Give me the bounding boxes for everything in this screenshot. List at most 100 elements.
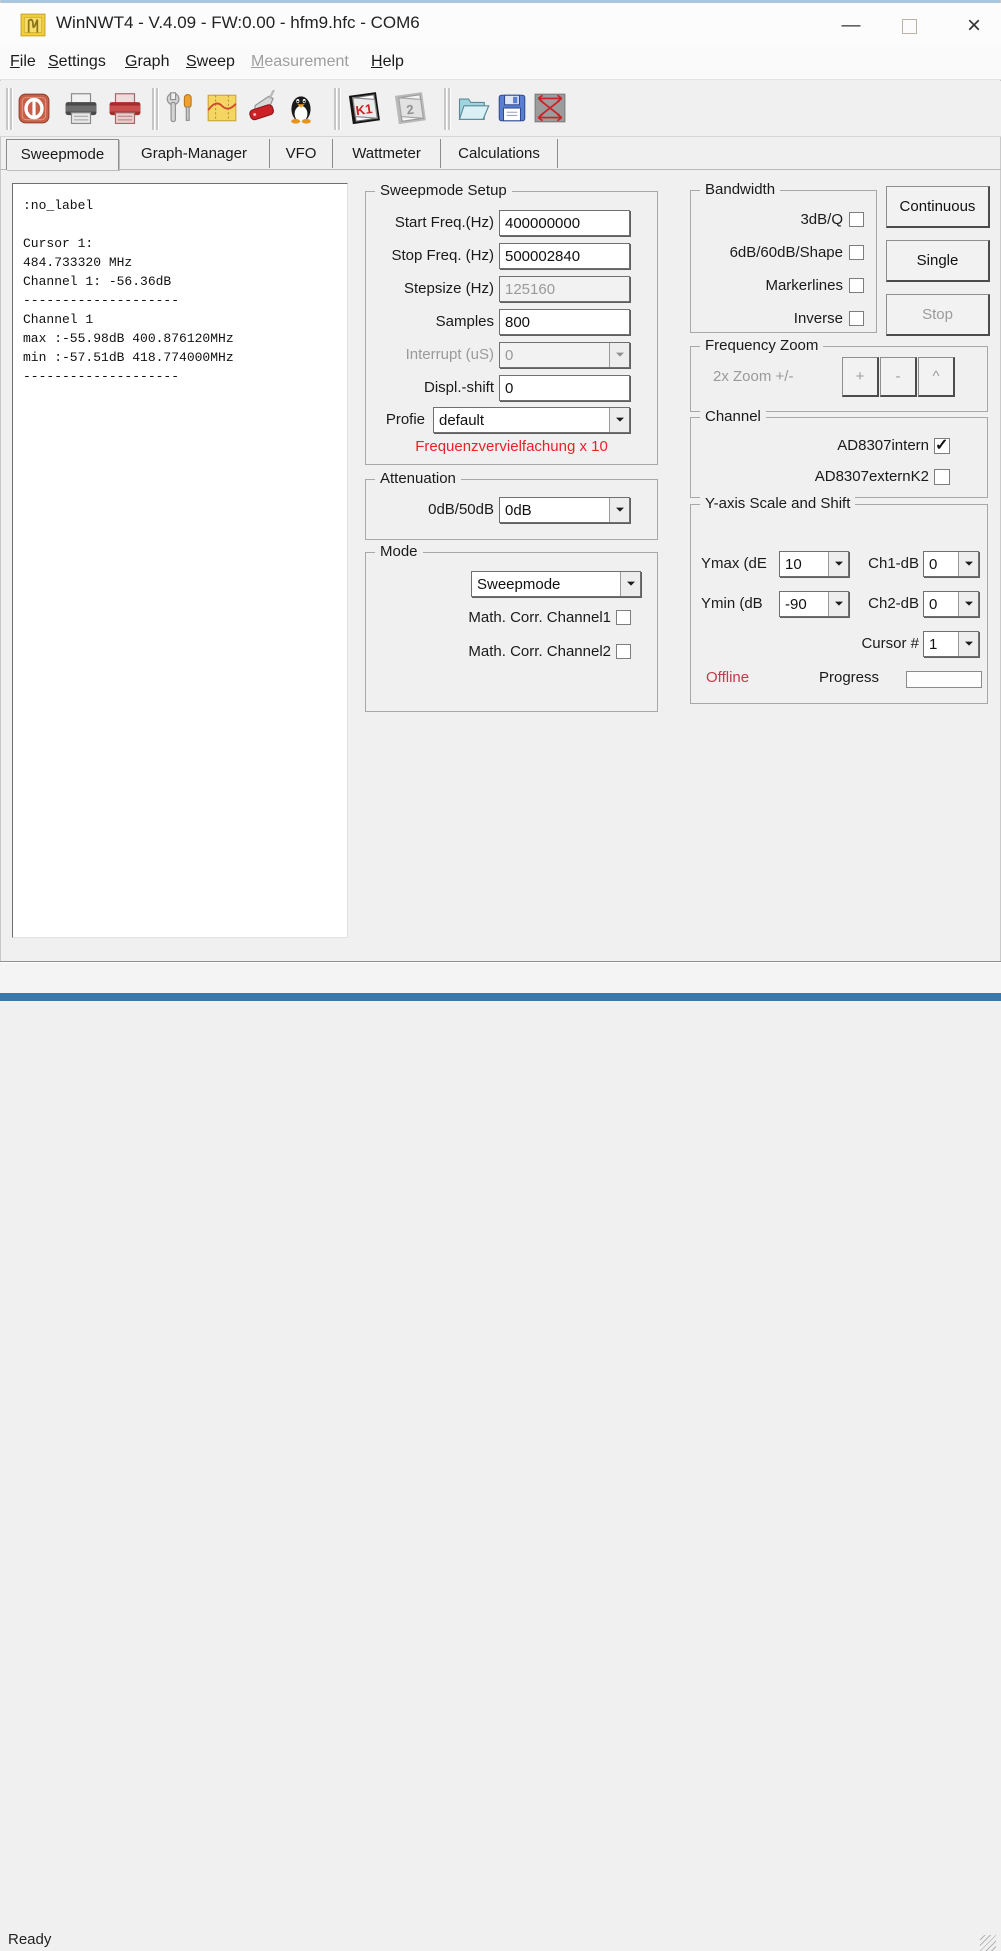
attenuation-combobox[interactable]: 0dB (499, 497, 630, 523)
maximize-button[interactable] (890, 11, 928, 41)
math-corr-ch1-label: Math. Corr. Channel1 (368, 610, 611, 626)
zoom-up-button: ^ (918, 357, 955, 397)
ad8307-extern-checkbox[interactable] (934, 469, 950, 485)
tab-wattmeter[interactable]: Wattmeter (333, 139, 441, 168)
ymax-combobox[interactable]: 10 (779, 551, 849, 577)
measurement-info-panel: :no_label Cursor 1: 484.733320 MHz Chann… (12, 183, 348, 938)
group-legend: Bandwidth (700, 181, 780, 198)
profile-combobox[interactable]: default (433, 407, 630, 433)
tab-calculations[interactable]: Calculations (441, 139, 558, 168)
dropdown-arrow-icon[interactable] (828, 552, 848, 576)
single-button[interactable]: Single (886, 240, 990, 282)
ymax-value: 10 (780, 556, 828, 573)
ymin-combobox[interactable]: -90 (779, 591, 849, 617)
menu-file[interactable]: File (10, 53, 36, 71)
print-button[interactable] (58, 85, 104, 131)
stepsize-input (499, 276, 630, 302)
attenuation-label: 0dB/50dB (368, 497, 494, 523)
math-corr-ch2-label: Math. Corr. Channel2 (368, 644, 611, 660)
minimize-button[interactable]: — (832, 11, 870, 41)
markerlines-checkbox[interactable] (849, 278, 864, 293)
menu-graph[interactable]: Graph (125, 53, 169, 71)
status-separator (0, 961, 1001, 962)
settings-tools-button[interactable] (160, 85, 202, 131)
group-legend: Y-axis Scale and Shift (700, 495, 855, 512)
menu-measurement: Measurement (251, 53, 349, 71)
group-y-axis: Y-axis Scale and Shift Ymax (dE 10 Ch1-d… (690, 504, 988, 704)
toolbar-handle[interactable] (152, 88, 160, 130)
tab-graph-manager[interactable]: Graph-Manager (119, 139, 270, 168)
mode-combobox[interactable]: Sweepmode (471, 571, 641, 597)
svg-text:K1: K1 (355, 101, 374, 118)
menu-settings[interactable]: Settings (48, 53, 106, 71)
profile-value: default (434, 412, 609, 429)
samples-input[interactable] (499, 309, 630, 335)
start-freq-label: Start Freq.(Hz) (368, 210, 494, 236)
tab-sweepmode[interactable]: Sweepmode (6, 139, 119, 170)
displ-shift-input[interactable] (499, 375, 630, 401)
toolbar-handle[interactable] (334, 88, 342, 130)
menu-sweep[interactable]: Sweep (186, 53, 235, 71)
save-file-button[interactable] (492, 85, 532, 131)
ymin-value: -90 (780, 596, 828, 613)
tux-penguin-icon (284, 91, 318, 125)
progress-bar (906, 671, 982, 688)
dropdown-arrow-icon[interactable] (958, 552, 978, 576)
group-mode: Mode Sweepmode Math. Corr. Channel1 Math… (365, 552, 658, 712)
app-icon (20, 12, 46, 38)
group-legend: Frequency Zoom (700, 337, 823, 354)
bandwidth-3db-label: 3dB/Q (693, 212, 843, 228)
continuous-button[interactable]: Continuous (886, 186, 990, 228)
utilities-button[interactable] (242, 85, 282, 131)
power-button[interactable] (14, 85, 54, 131)
resize-grip-icon[interactable] (980, 1935, 996, 1951)
start-freq-input[interactable] (499, 210, 630, 236)
stop-freq-label: Stop Freq. (Hz) (368, 243, 494, 269)
graph-profile-button[interactable] (202, 85, 242, 131)
profile-label: Profie (368, 407, 425, 433)
ymin-label: Ymin (dB (701, 591, 777, 617)
bandwidth-3db-checkbox[interactable] (849, 212, 864, 227)
inverse-label: Inverse (693, 311, 843, 327)
open-file-button[interactable] (452, 85, 494, 131)
close-button[interactable]: × (955, 11, 993, 41)
offline-status: Offline (706, 665, 786, 691)
group-bandwidth: Bandwidth 3dB/Q 6dB/60dB/Shape Markerlin… (690, 190, 877, 333)
channel2-calibration-button[interactable]: 2 (388, 85, 434, 131)
status-bar: Ready (0, 963, 1001, 993)
maximize-icon (902, 19, 917, 34)
zoom-in-button: + (842, 357, 879, 397)
dropdown-arrow-icon[interactable] (609, 408, 629, 432)
notebook-k2-icon: 2 (392, 89, 430, 127)
ch1-db-combobox[interactable]: 0 (923, 551, 979, 577)
ch2-db-combobox[interactable]: 0 (923, 591, 979, 617)
dropdown-arrow-icon[interactable] (958, 592, 978, 616)
window-left-border (0, 0, 1, 1001)
ch2-db-value: 0 (924, 596, 958, 613)
dropdown-arrow-icon[interactable] (620, 572, 640, 596)
ad8307-intern-checkbox[interactable] (934, 438, 950, 454)
inverse-checkbox[interactable] (849, 311, 864, 326)
notebook-k1-icon: K1 (346, 89, 384, 127)
stop-freq-input[interactable] (499, 243, 630, 269)
print-graph-button[interactable] (102, 85, 148, 131)
dropdown-arrow-icon[interactable] (609, 498, 629, 522)
dropdown-arrow-icon[interactable] (828, 592, 848, 616)
ch2-db-label: Ch2-dB (855, 591, 919, 617)
linux-button[interactable] (280, 85, 322, 131)
cursor-number-label: Cursor # (831, 631, 919, 657)
sweep-range-button[interactable] (530, 85, 570, 131)
cursor-number-combobox[interactable]: 1 (923, 631, 979, 657)
math-corr-ch2-checkbox[interactable] (616, 644, 631, 659)
bandwidth-6db-checkbox[interactable] (849, 245, 864, 260)
interrupt-combobox: 0 (499, 342, 630, 368)
ch1-db-value: 0 (924, 556, 958, 573)
toolbar-handle[interactable] (6, 88, 14, 130)
dropdown-arrow-icon[interactable] (958, 632, 978, 656)
math-corr-ch1-checkbox[interactable] (616, 610, 631, 625)
stepsize-label: Stepsize (Hz) (368, 276, 494, 302)
toolbar-handle[interactable] (444, 88, 452, 130)
menu-help[interactable]: Help (371, 53, 404, 71)
channel1-calibration-button[interactable]: K1 (342, 85, 388, 131)
tab-vfo[interactable]: VFO (270, 139, 333, 168)
